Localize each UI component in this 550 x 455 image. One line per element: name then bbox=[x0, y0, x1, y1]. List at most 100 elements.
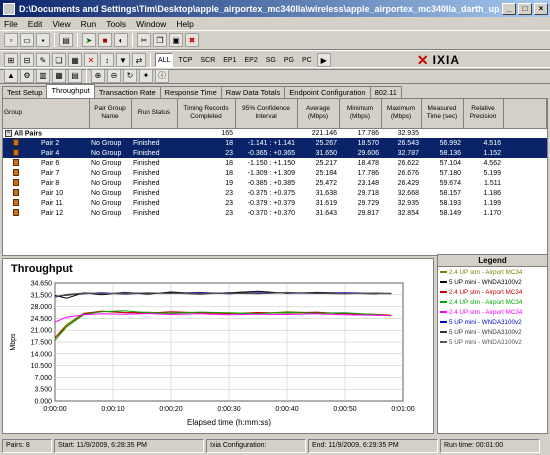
pair-icon bbox=[13, 139, 19, 147]
legend-item[interactable]: 2.4 UP stm - Airport MC34 bbox=[438, 267, 547, 277]
filter-pg-button[interactable]: PG bbox=[281, 53, 297, 67]
legend-item[interactable]: 5 UP mini - WNDA3100v2 bbox=[438, 337, 547, 347]
stop-icon[interactable]: ■ bbox=[98, 33, 112, 47]
menu-edit[interactable]: Edit bbox=[28, 19, 43, 29]
col-header-confidence-interval[interactable]: 95% Confidence Interval bbox=[235, 99, 298, 129]
delete-icon[interactable]: ✖ bbox=[185, 33, 199, 47]
table-icon[interactable]: ▤ bbox=[68, 68, 82, 83]
menu-help[interactable]: Help bbox=[176, 19, 193, 29]
table-row[interactable]: Pair 4 No Group Finished 23 -0.365 : +0.365 3… bbox=[3, 148, 547, 158]
menu-view[interactable]: View bbox=[52, 19, 70, 29]
table-row[interactable]: Pair 8 No Group Finished 19 -0.385 : +0.385 2… bbox=[3, 178, 547, 188]
zoom-in-icon[interactable]: ⊕ bbox=[91, 68, 105, 83]
right-arrow-icon[interactable]: ▶ bbox=[316, 53, 331, 67]
filter-tcp-button[interactable]: TCP bbox=[175, 53, 195, 67]
print-icon[interactable]: ▤ bbox=[59, 33, 73, 47]
run-icon[interactable]: ➤ bbox=[82, 33, 96, 47]
cell-max: 26.622 bbox=[397, 159, 419, 167]
cut-icon[interactable]: ✂ bbox=[137, 33, 151, 47]
open-folder-icon[interactable]: ▭ bbox=[20, 33, 34, 47]
legend-item[interactable]: 5 UP mini - WNDA3100v2 bbox=[438, 277, 547, 287]
y-tick-label: 0.000 bbox=[34, 399, 52, 406]
col-header-average[interactable]: Average (Mbps) bbox=[297, 99, 340, 129]
settings-icon[interactable]: ⚙ bbox=[20, 68, 34, 83]
tools-icon[interactable]: ✦ bbox=[139, 68, 153, 83]
col-header-relative-precision[interactable]: Relative Precision bbox=[463, 99, 504, 129]
col-header-run-status[interactable]: Run Status bbox=[131, 99, 178, 129]
results-grid[interactable]: Group Pair Group Name Run Status Timing … bbox=[2, 98, 548, 256]
legend-swatch bbox=[440, 301, 447, 303]
new-file-icon[interactable]: ▫ bbox=[4, 33, 18, 47]
delete-pair-icon[interactable]: ✕ bbox=[84, 53, 98, 67]
col-header-pair-group-name[interactable]: Pair Group Name bbox=[89, 99, 132, 129]
legend-item[interactable]: 2.4 UP stm - Airport MC34 bbox=[438, 287, 547, 297]
minimize-button[interactable]: _ bbox=[502, 2, 516, 15]
filter-icon[interactable]: ▼ bbox=[116, 53, 130, 67]
filter-scr-button[interactable]: SCR bbox=[197, 53, 218, 67]
copy-icon[interactable]: ❐ bbox=[153, 33, 167, 47]
graph-icon[interactable]: ▲ bbox=[4, 68, 18, 83]
tab-802-11[interactable]: 802.11 bbox=[369, 86, 402, 98]
legend-label: 2.4 UP stm - Airport MC34 bbox=[449, 298, 523, 306]
swap-icon[interactable]: ⇄ bbox=[132, 53, 146, 67]
col-header-maximum[interactable]: Maximum (Mbps) bbox=[381, 99, 422, 129]
legend-item[interactable]: 5 UP mini - WNDA3100v2 bbox=[438, 317, 547, 327]
close-button[interactable]: × bbox=[534, 2, 548, 15]
x-tick-label: 0:00:40 bbox=[275, 406, 298, 413]
collapse-icon[interactable]: − bbox=[5, 129, 12, 137]
tab-response-time[interactable]: Response Time bbox=[159, 86, 222, 98]
filter-ep1-button[interactable]: EP1 bbox=[220, 53, 239, 67]
table-row[interactable]: Pair 12 No Group Finished 23 -0.370 : +0.370… bbox=[3, 208, 547, 218]
window-titlebar[interactable]: D:\Documents and Settings\Tim\Desktop\ap… bbox=[0, 0, 550, 17]
table-row[interactable]: Pair 7 No Group Finished 18 -1.309 : +1.309 2… bbox=[3, 168, 547, 178]
menu-window[interactable]: Window bbox=[136, 19, 166, 29]
y-tick-label: 21.000 bbox=[31, 328, 53, 335]
pause-icon[interactable]: ◐ bbox=[114, 33, 128, 47]
info-icon[interactable]: ⓘ bbox=[155, 68, 169, 83]
filter-ep2-button[interactable]: EP2 bbox=[241, 53, 260, 67]
summary-row[interactable]: − All Pairs 165 221.146 17.786 32.935 bbox=[3, 128, 547, 138]
table-row[interactable]: Pair 10 No Group Finished 23 -0.375 : +0.375… bbox=[3, 188, 547, 198]
menu-file[interactable]: File bbox=[4, 19, 18, 29]
legend-item[interactable]: 5 UP mini - WNDA3100v2 bbox=[438, 327, 547, 337]
menu-bar: File Edit View Run Tools Window Help bbox=[0, 17, 550, 30]
chart-icon[interactable]: ▥ bbox=[36, 68, 50, 83]
status-ixia-config: Ixia Configuration: bbox=[206, 438, 306, 453]
tab-throughput[interactable]: Throughput bbox=[46, 84, 95, 98]
add-pair-icon[interactable]: ⊞ bbox=[4, 53, 18, 67]
table-row[interactable]: Pair 2 No Group Finished 18 -1.141 : +1.141 2… bbox=[3, 138, 547, 148]
rename-icon[interactable]: ▦ bbox=[68, 53, 82, 67]
cell-group: No Group bbox=[91, 169, 122, 177]
tab-raw-data-totals[interactable]: Raw Data Totals bbox=[220, 86, 286, 98]
col-header-minimum[interactable]: Minimum (Mbps) bbox=[339, 99, 382, 129]
col-header-timing-records[interactable]: Timing Records Completed bbox=[177, 99, 236, 129]
copy-pair-icon[interactable]: ❏ bbox=[52, 53, 66, 67]
zoom-out-icon[interactable]: ⊖ bbox=[107, 68, 121, 83]
cell-avg: 31.650 bbox=[297, 148, 339, 158]
maximize-button[interactable]: □ bbox=[518, 2, 532, 15]
sort-icon[interactable]: ↕ bbox=[100, 53, 114, 67]
filter-all-button[interactable]: ALL bbox=[155, 53, 174, 67]
paste-icon[interactable]: ▣ bbox=[169, 33, 183, 47]
grid-icon[interactable]: ▦ bbox=[52, 68, 66, 83]
filter-sg-button[interactable]: SG bbox=[263, 53, 279, 67]
legend-item[interactable]: 2.4 UP stm - Airport MC34 bbox=[438, 307, 547, 317]
legend-swatch bbox=[440, 281, 447, 283]
col-header-group[interactable]: Group bbox=[3, 99, 90, 129]
tab-test-setup[interactable]: Test Setup bbox=[2, 86, 48, 98]
tab-transaction-rate[interactable]: Transaction Rate bbox=[93, 86, 161, 98]
filter-pc-button[interactable]: PC bbox=[299, 53, 315, 67]
save-icon[interactable]: ▪ bbox=[36, 33, 50, 47]
tab-endpoint-configuration[interactable]: Endpoint Configuration bbox=[284, 86, 371, 98]
edit-icon[interactable]: ✎ bbox=[36, 53, 50, 67]
add-multicast-icon[interactable]: ⊟ bbox=[20, 53, 34, 67]
col-header-measured-time[interactable]: Measured Time (sec) bbox=[421, 99, 464, 129]
refresh-icon[interactable]: ↻ bbox=[123, 68, 137, 83]
menu-tools[interactable]: Tools bbox=[106, 19, 126, 29]
y-tick-label: 7.000 bbox=[34, 375, 52, 382]
cell-records: 19 bbox=[225, 179, 233, 187]
table-row[interactable]: Pair 11 No Group Finished 23 -0.379 : +0.379… bbox=[3, 198, 547, 208]
table-row[interactable]: Pair 6 No Group Finished 18 -1.150 : +1.150 2… bbox=[3, 158, 547, 168]
menu-run[interactable]: Run bbox=[81, 19, 97, 29]
legend-item[interactable]: 2.4 UP stm - Airport MC34 bbox=[438, 297, 547, 307]
